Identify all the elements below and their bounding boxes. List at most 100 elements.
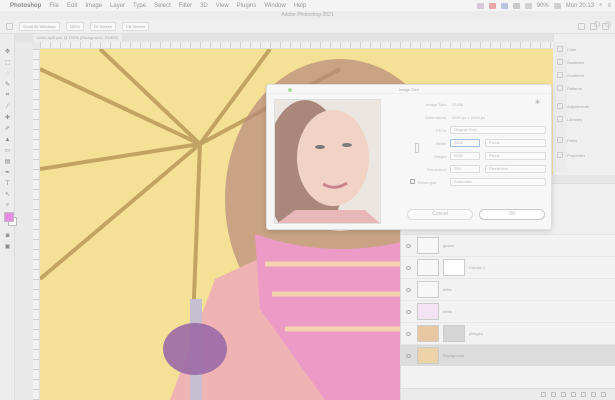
new-group-icon[interactable] bbox=[581, 392, 586, 397]
link-layers-icon[interactable] bbox=[541, 392, 546, 397]
layer-row[interactable]: whits bbox=[401, 300, 615, 322]
lasso-tool-icon[interactable]: ◌ bbox=[4, 70, 11, 77]
horizontal-ruler[interactable] bbox=[40, 42, 553, 49]
zoom-tool-icon[interactable]: ⌕ bbox=[4, 202, 11, 209]
layer-row[interactable]: Background bbox=[401, 344, 615, 366]
clock[interactable]: Mon 20:13 bbox=[566, 3, 594, 9]
crop-tool-icon[interactable]: ⌗ bbox=[4, 92, 11, 99]
path-select-tool-icon[interactable]: ↖ bbox=[4, 191, 11, 198]
paths-panel-icon[interactable] bbox=[557, 137, 563, 143]
patterns-panel-icon[interactable] bbox=[557, 85, 563, 91]
move-tool-icon[interactable]: ✥ bbox=[4, 48, 11, 55]
panel-paths[interactable]: Paths bbox=[567, 135, 577, 145]
gradients-panel-icon[interactable] bbox=[557, 72, 563, 78]
stamp-tool-icon[interactable]: ▲ bbox=[4, 136, 11, 143]
eye-icon[interactable] bbox=[406, 331, 411, 336]
menu-plugins[interactable]: Plugins bbox=[237, 3, 257, 9]
resample-checkbox[interactable]: ✓ bbox=[410, 179, 415, 184]
menu-window[interactable]: Window bbox=[264, 3, 285, 9]
menu-3d[interactable]: 3D bbox=[200, 3, 208, 9]
layer-row[interactable]: guans bbox=[401, 234, 615, 256]
ok-button[interactable]: OK bbox=[479, 209, 545, 220]
fit-to-select[interactable]: Original Size bbox=[450, 126, 546, 134]
fill-screen-button[interactable]: Fill Screen bbox=[122, 22, 150, 31]
eye-icon[interactable] bbox=[406, 353, 411, 358]
healing-tool-icon[interactable]: ✚ bbox=[4, 114, 11, 121]
screen-mode-icon[interactable]: ▣ bbox=[4, 243, 11, 250]
layer-row[interactable]: ribbs bbox=[401, 278, 615, 300]
panel-properties[interactable]: Properties bbox=[567, 150, 585, 160]
panel-patterns[interactable]: Patterns bbox=[567, 83, 582, 93]
swatches-panel-icon[interactable] bbox=[557, 59, 563, 65]
menu-type[interactable]: Type bbox=[133, 3, 146, 9]
menu-image[interactable]: Image bbox=[85, 3, 102, 9]
panel-color[interactable]: Color bbox=[567, 44, 577, 54]
layer-row[interactable]: Curves 1 bbox=[401, 256, 615, 278]
libraries-panel-icon[interactable] bbox=[557, 116, 563, 122]
layer-style-icon[interactable] bbox=[551, 392, 556, 397]
search-icon[interactable]: ⌕ bbox=[599, 2, 602, 9]
resolution-unit-select[interactable]: Pixels/Inch bbox=[485, 165, 546, 173]
panel-gradients[interactable]: Gradients bbox=[567, 70, 584, 80]
eye-icon[interactable] bbox=[406, 287, 411, 292]
height-unit-select[interactable]: Pixels bbox=[485, 152, 546, 160]
wifi-icon[interactable] bbox=[524, 2, 532, 9]
gear-icon[interactable]: ✱ bbox=[535, 99, 540, 106]
battery-icon[interactable] bbox=[553, 2, 561, 9]
properties-panel-icon[interactable] bbox=[557, 152, 563, 158]
hand-tool-icon[interactable] bbox=[6, 23, 13, 30]
quick-mask-icon[interactable]: ◙ bbox=[4, 232, 11, 239]
control-center-icon[interactable]: ≡ bbox=[607, 3, 611, 9]
dropbox-icon[interactable] bbox=[500, 2, 508, 9]
menu-file[interactable]: File bbox=[49, 3, 59, 9]
foreground-color-swatch[interactable] bbox=[4, 212, 14, 222]
menu-help[interactable]: Help bbox=[294, 3, 306, 9]
panel-adjustments[interactable]: Adjustments bbox=[567, 101, 589, 111]
gradient-tool-icon[interactable]: ▤ bbox=[4, 158, 11, 165]
document-tab[interactable]: smile-split.psd @ 100% (Background, RGB/… bbox=[33, 34, 123, 42]
vertical-ruler[interactable] bbox=[33, 49, 40, 400]
pen-tool-icon[interactable]: ✒ bbox=[4, 169, 11, 176]
width-unit-select[interactable]: Pixels bbox=[485, 139, 546, 147]
panel-libraries[interactable]: Libraries bbox=[567, 114, 582, 124]
menu-select[interactable]: Select bbox=[154, 3, 171, 9]
cancel-button[interactable]: Cancel bbox=[407, 209, 473, 220]
layer-row[interactable]: pinkgeo bbox=[401, 322, 615, 344]
dimensions-value: 4200 px × 2930 px bbox=[452, 115, 486, 120]
cloud-docs-icon[interactable] bbox=[594, 21, 600, 27]
eyedropper-tool-icon[interactable]: ⁄ bbox=[4, 103, 11, 110]
search-icon[interactable] bbox=[578, 23, 585, 30]
height-input[interactable]: 2930 bbox=[450, 152, 480, 160]
menu-edit[interactable]: Edit bbox=[67, 3, 77, 9]
eraser-tool-icon[interactable]: ▭ bbox=[4, 147, 11, 154]
add-mask-icon[interactable] bbox=[561, 392, 566, 397]
eye-icon[interactable] bbox=[406, 265, 411, 270]
brush-tool-icon[interactable]: ✐ bbox=[4, 125, 11, 132]
resolution-input[interactable]: 300 bbox=[450, 165, 480, 173]
image-preview[interactable] bbox=[274, 99, 381, 224]
menu-filter[interactable]: Filter bbox=[179, 3, 192, 9]
color-panel-icon[interactable] bbox=[557, 46, 563, 52]
notification-icon[interactable] bbox=[488, 2, 496, 9]
discover-icon[interactable] bbox=[605, 21, 611, 27]
marquee-tool-icon[interactable]: ⬚ bbox=[4, 59, 11, 66]
trash-icon[interactable] bbox=[601, 392, 606, 397]
adjustments-panel-icon[interactable] bbox=[557, 103, 563, 109]
resample-select[interactable]: Automatic bbox=[450, 178, 546, 186]
new-adjustment-icon[interactable] bbox=[571, 392, 576, 397]
menu-app-name[interactable]: Photoshop bbox=[10, 3, 41, 9]
eye-icon[interactable] bbox=[406, 309, 411, 314]
eye-icon[interactable] bbox=[406, 243, 411, 248]
menu-layer[interactable]: Layer bbox=[110, 3, 125, 9]
quick-select-tool-icon[interactable]: ✎ bbox=[4, 81, 11, 88]
fit-screen-button[interactable]: Fit Screen bbox=[89, 22, 117, 31]
type-tool-icon[interactable]: T bbox=[4, 180, 11, 187]
new-layer-icon[interactable] bbox=[591, 392, 596, 397]
scroll-all-windows-checkbox[interactable]: Scroll All Windows bbox=[19, 22, 60, 31]
width-input[interactable]: 4200 bbox=[450, 139, 480, 147]
menu-view[interactable]: View bbox=[216, 3, 229, 9]
display-icon[interactable] bbox=[512, 2, 520, 9]
zoom-100-button[interactable]: 100% bbox=[65, 22, 84, 31]
panel-swatches[interactable]: Swatches bbox=[567, 57, 584, 67]
creative-cloud-icon[interactable] bbox=[476, 2, 484, 9]
